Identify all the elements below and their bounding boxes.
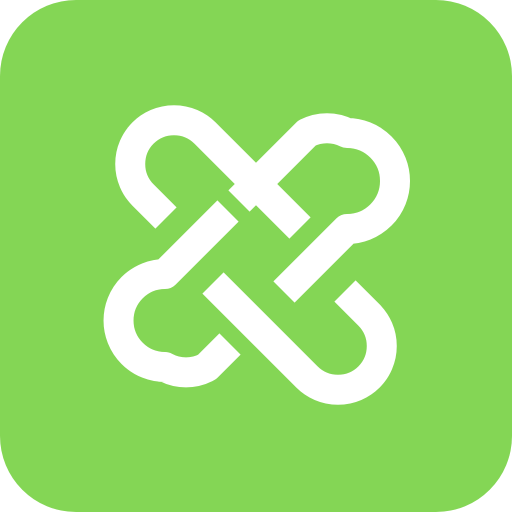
app-icon-graphic xyxy=(0,0,512,512)
app-icon-background xyxy=(0,0,512,512)
app-icon[interactable] xyxy=(0,0,512,512)
